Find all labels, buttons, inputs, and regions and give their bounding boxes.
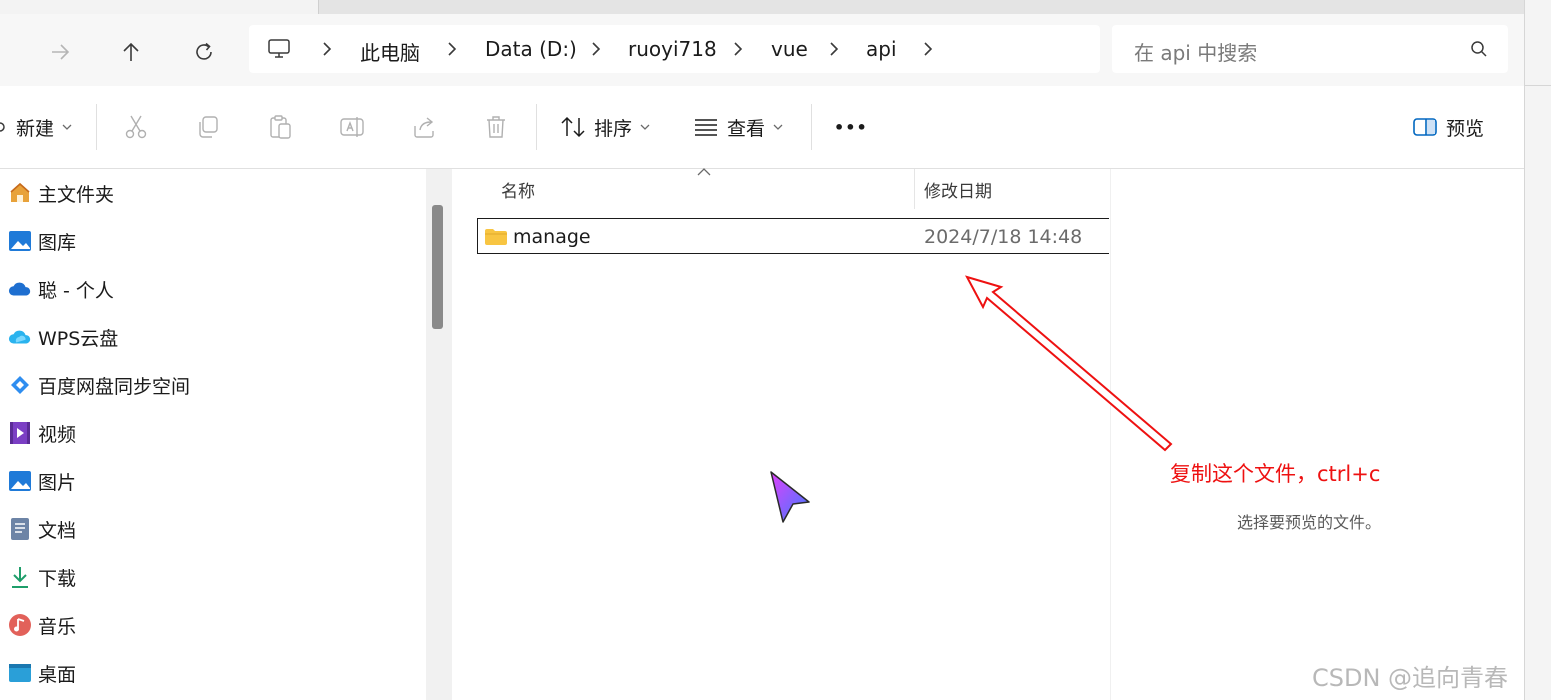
- annotation-arrow-shape: [964, 275, 1173, 452]
- mouse-cursor-icon: [770, 471, 810, 523]
- watermark: CSDN @追向青春: [1312, 664, 1509, 692]
- annotation-arrow: [964, 275, 1173, 452]
- annotation-text: 复制这个文件，ctrl+c: [1170, 462, 1381, 486]
